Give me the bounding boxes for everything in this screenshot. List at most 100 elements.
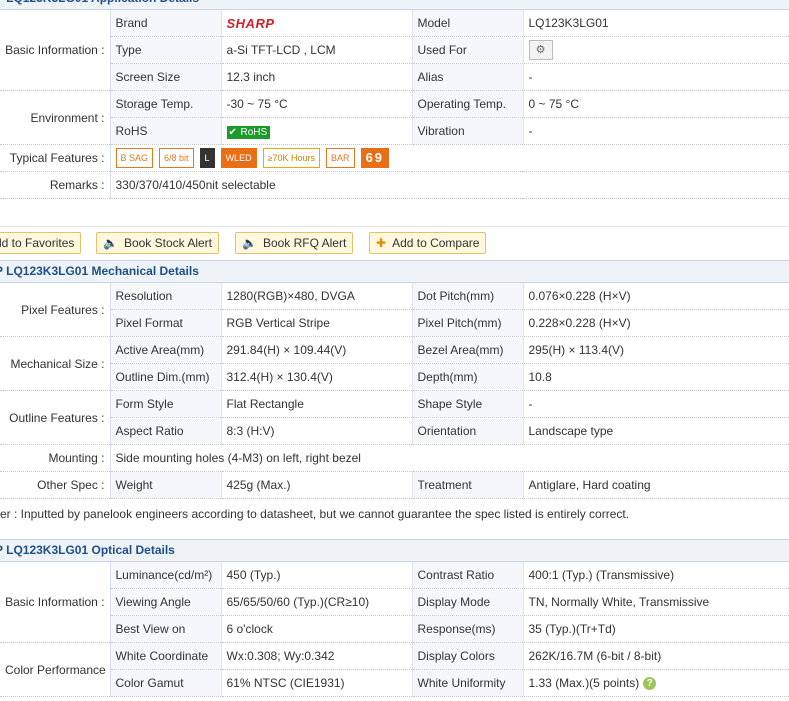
spec-label: White Coordinate: [110, 642, 222, 670]
add-to-favorites-button[interactable]: ld to Favorites: [0, 232, 82, 254]
table-row: Mechanical Size : Active Area(mm) 291.84…: [0, 336, 789, 391]
bit-depth-feature-icon[interactable]: 6/8 bit: [159, 148, 194, 168]
spec-value: Wx:0.308; Wy:0.342: [221, 642, 413, 670]
table-row: Viewing Angle 65/65/50/60 (Typ.)(CR≥10) …: [0, 588, 789, 616]
spec-label: RoHS: [110, 117, 222, 145]
uniformity-cell: 1.33 (Max.)(5 points)?: [523, 669, 789, 697]
table-row: RoHS RoHS Vibration -: [0, 117, 789, 145]
table-row: Remarks : 330/370/410/450nit selectable: [0, 171, 789, 199]
group-label: Environment :: [0, 90, 111, 145]
spec-value: TN, Normally White, Transmissive: [523, 588, 789, 616]
spec-label: Pixel Pitch(mm): [412, 309, 524, 337]
spec-label: Model: [412, 10, 524, 37]
used-for-cell: ⚙: [523, 36, 789, 64]
table-row: Other Spec : Weight 425g (Max.) Treatmen…: [0, 471, 789, 499]
spec-value: 400:1 (Typ.) (Transmissive): [523, 562, 789, 589]
table-row: Basic Information : Luminance(cd/m²) 450…: [0, 562, 789, 643]
spec-label: Vibration: [412, 117, 524, 145]
brand-logo[interactable]: SHARP: [221, 10, 413, 37]
spec-label: Weight: [110, 471, 222, 499]
spec-value: -: [523, 390, 789, 418]
sag-feature-icon[interactable]: B SAG: [115, 148, 154, 168]
spec-label: Depth(mm): [412, 363, 524, 391]
spec-value: 450 (Typ.): [221, 562, 413, 589]
spec-label: Pixel Format: [110, 309, 222, 337]
spec-label: Storage Temp.: [110, 90, 222, 118]
spec-label: Operating Temp.: [412, 90, 524, 118]
group-label: Color Performance :: [0, 642, 111, 697]
spec-label: Luminance(cd/m²): [110, 562, 222, 589]
led-l-feature-icon[interactable]: L: [199, 148, 215, 168]
spec-value: 295(H) × 113.4(V): [523, 336, 789, 364]
optical-details-header: P LQ123K3LG01 Optical Details: [0, 539, 789, 562]
group-label: Typical Features :: [0, 144, 111, 172]
mechanical-details-table: Pixel Features : Resolution 1280(RGB)×48…: [0, 283, 789, 499]
spec-value: 61% NTSC (CIE1931): [221, 669, 413, 697]
action-bar: ld to Favorites 🔈 Book Stock Alert 🔈 Book …: [0, 226, 789, 256]
spec-label: Active Area(mm): [110, 336, 222, 364]
spec-value: 10.8: [523, 363, 789, 391]
wled-feature-icon[interactable]: WLED: [220, 148, 257, 168]
spec-value: 1280(RGB)×480, DVGA: [221, 283, 413, 310]
group-label: Mounting :: [0, 444, 111, 472]
application-details-table: Basic Information : Brand SHARP Model LQ…: [0, 10, 789, 199]
group-label: Basic Information :: [0, 10, 111, 91]
rohs-cell: RoHS: [221, 117, 413, 145]
book-rfq-alert-button[interactable]: 🔈 Book RFQ Alert: [235, 232, 354, 254]
add-to-compare-button[interactable]: ✚ Add to Compare: [369, 232, 487, 254]
table-row: Aspect Ratio 8:3 (H:V) Orientation Lands…: [0, 417, 789, 445]
spec-label: Aspect Ratio: [110, 417, 222, 445]
spec-value: -30 ~ 75 °C: [221, 90, 413, 118]
table-row: Typical Features : B SAG 6/8 bit L WLED ≥70K…: [0, 144, 789, 172]
spec-value: Side mounting holes (4-M3) on left, righ…: [110, 444, 789, 472]
bar-feature-icon[interactable]: BAR: [326, 148, 355, 168]
table-row: Outline Dim.(mm) 312.4(H) × 130.4(V) Dep…: [0, 363, 789, 391]
automotive-icon[interactable]: ⚙: [528, 40, 553, 60]
spec-value: 262K/16.7M (6-bit / 8-bit): [523, 642, 789, 670]
spec-label: Form Style: [110, 390, 222, 418]
spec-value: -: [523, 117, 789, 145]
group-label: Other Spec :: [0, 471, 111, 499]
table-row: Pixel Format RGB Vertical Stripe Pixel P…: [0, 309, 789, 337]
spec-label: Response(ms): [412, 615, 524, 643]
optical-details-table: Basic Information : Luminance(cd/m²) 450…: [0, 562, 789, 697]
spec-label: Orientation: [412, 417, 524, 445]
spec-value: Antiglare, Hard coating: [523, 471, 789, 499]
spec-value: 425g (Max.): [221, 471, 413, 499]
speaker-icon: 🔈: [242, 236, 257, 250]
table-row: Type a-Si TFT-LCD , LCM Used For ⚙: [0, 36, 789, 64]
table-row: Color Gamut 61% NTSC (CIE1931) White Uni…: [0, 669, 789, 697]
aspect-feature-icon[interactable]: 69: [360, 148, 390, 168]
help-icon[interactable]: ?: [643, 677, 657, 691]
book-stock-alert-button[interactable]: 🔈 Book Stock Alert: [96, 232, 219, 254]
spec-label: Display Colors: [412, 642, 524, 670]
spec-label: Brand: [110, 10, 222, 37]
spec-value: a-Si TFT-LCD , LCM: [221, 36, 413, 64]
spec-value: 0 ~ 75 °C: [523, 90, 789, 118]
spec-label: Dot Pitch(mm): [412, 283, 524, 310]
spec-label: Viewing Angle: [110, 588, 222, 616]
lifetime-feature-icon[interactable]: ≥70K Hours: [262, 148, 321, 168]
spec-label: Shape Style: [412, 390, 524, 418]
spec-value: -: [523, 63, 789, 91]
table-row: Pixel Features : Resolution 1280(RGB)×48…: [0, 283, 789, 337]
mechanical-details-header: P LQ123K3LG01 Mechanical Details: [0, 260, 789, 283]
remarks-value: 330/370/410/450nit selectable: [110, 171, 789, 199]
spec-value: RGB Vertical Stripe: [221, 309, 413, 337]
table-row: Environment : Storage Temp. -30 ~ 75 °C …: [0, 90, 789, 145]
disclaimer: mer : Inputted by panelook engineers acc…: [0, 507, 630, 521]
spec-value: LQ123K3LG01: [523, 10, 789, 37]
rohs-badge: RoHS: [226, 125, 271, 139]
spec-value: 312.4(H) × 130.4(V): [221, 363, 413, 391]
application-details-header: P LQ123K3LG01 Application Details: [0, 0, 789, 10]
spec-label: Screen Size: [110, 63, 222, 91]
table-row: Mounting : Side mounting holes (4-M3) on…: [0, 444, 789, 472]
group-label: Pixel Features :: [0, 283, 111, 337]
spec-value: Flat Rectangle: [221, 390, 413, 418]
spec-label: Used For: [412, 36, 524, 64]
spec-label: Resolution: [110, 283, 222, 310]
spec-value: Landscape type: [523, 417, 789, 445]
spec-label: Outline Dim.(mm): [110, 363, 222, 391]
typical-features: B SAG 6/8 bit L WLED ≥70K Hours BAR 69: [110, 144, 789, 172]
speaker-icon: 🔈: [103, 236, 118, 250]
